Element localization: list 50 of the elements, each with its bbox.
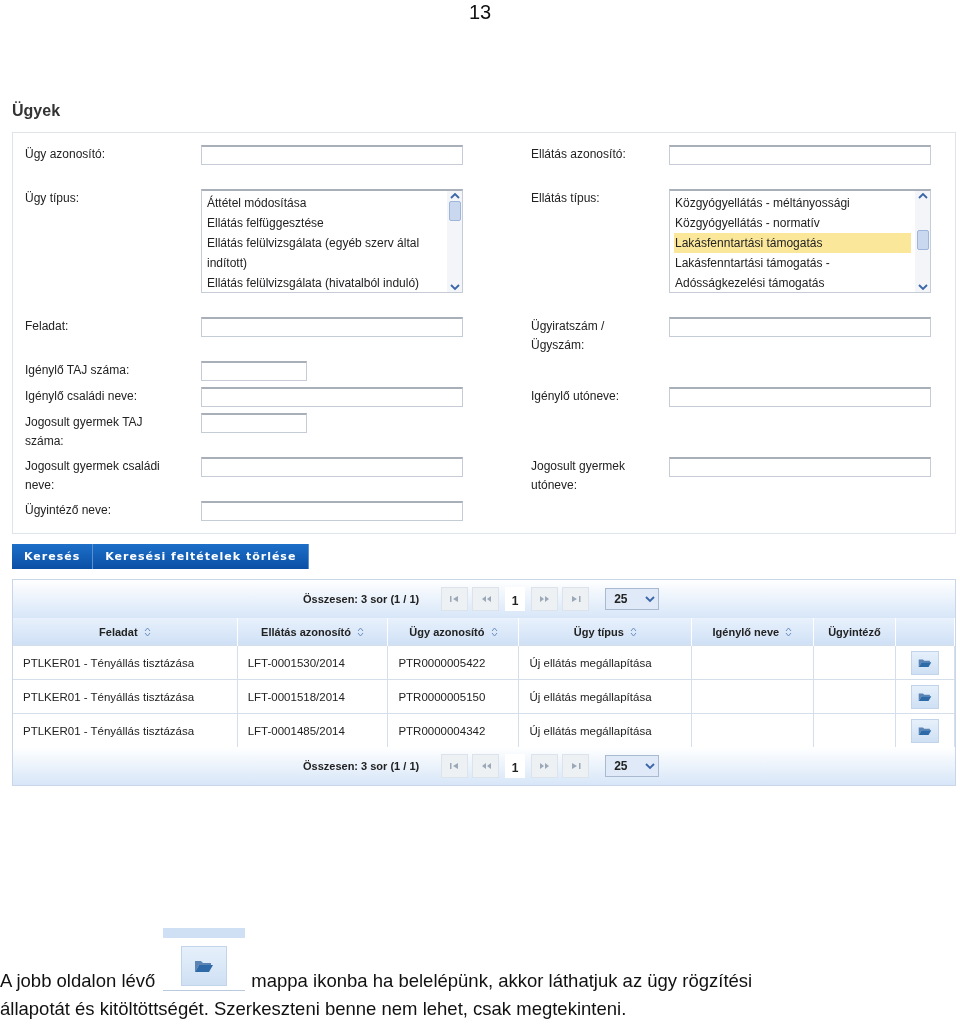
field-label: Ügyintéző neve: xyxy=(24,502,113,519)
table-cell: Új ellátás megállapítása xyxy=(518,645,692,680)
column-header[interactable]: Ügy típus xyxy=(518,618,692,646)
table-cell: PTLKER01 - Tényállás tisztázása xyxy=(13,679,238,714)
field-label: Ellátás azonosító: xyxy=(530,146,627,163)
list-item[interactable]: Ellátás felülvizsgálata (hivatalból induló) xyxy=(206,273,443,292)
caption-text: mappa ikonba ha belelépünk, akkor láthatjuk az ügy rögzítési xyxy=(251,969,753,993)
caption-text: A jobb oldalon lévő xyxy=(0,969,156,993)
page-number[interactable]: 1 xyxy=(505,587,526,611)
field-label: Jogosult gyermek utóneve: xyxy=(530,458,627,494)
field-label: Igénylő családi neve: xyxy=(24,388,139,405)
search-button[interactable]: Keresés xyxy=(12,544,94,569)
field-label: Ellátás típus: xyxy=(530,190,601,207)
column-header[interactable]: Ügy azonosító xyxy=(387,618,519,646)
column-header[interactable]: Ellátás azonosító xyxy=(237,618,388,646)
list-box[interactable]: Közgyógyellátás - méltányossági Közgyógyellátás - normatív Lakásfenntartási támogatás Lakásfenntartási támogatás - Adósságkezelési támogatás xyxy=(669,189,931,293)
field-label: Ügy azonosító: xyxy=(24,146,107,163)
list-item[interactable]: Lakásfenntartási támogatás xyxy=(674,233,911,253)
list-box[interactable]: Áttétel módosítása Ellátás felfüggesztése Ellátás felülvizsgálata (egyéb szerv által indított) Ellátás felülvizsgálata (hivatalból induló) xyxy=(201,189,463,293)
field-label: Jogosult gyermek TAJ száma: xyxy=(24,414,144,450)
table-cell: PTR0000005150 xyxy=(387,679,519,714)
field-label: Igénylő utóneve: xyxy=(530,388,621,405)
field-label: Feladat: xyxy=(24,318,70,335)
column-header[interactable]: Feladat xyxy=(13,618,238,646)
caption-text: állapotát és kitöltöttségét. Szerkeszteni benne nem lehet, csak megtekinteni. xyxy=(0,997,628,1021)
page-size-select[interactable]: 25 xyxy=(605,755,660,777)
row-count: Összesen: 3 sor (1 / 1) xyxy=(303,593,420,605)
list-item[interactable]: Ellátás felülvizsgálata (egyéb szerv által indított) xyxy=(206,233,443,273)
page-number[interactable]: 1 xyxy=(505,754,526,778)
list-item[interactable]: Közgyógyellátás - méltányossági xyxy=(674,193,911,213)
table-cell: PTR0000005422 xyxy=(387,645,519,680)
table-cell: Új ellátás megállapítása xyxy=(518,679,692,714)
page-number-text: 13 xyxy=(468,0,492,24)
page-size-select[interactable]: 25 xyxy=(605,588,660,610)
table-cell: LFT-0001518/2014 xyxy=(237,679,388,714)
clear-button[interactable]: Keresési feltételek törlése xyxy=(93,544,310,569)
field-label: Igénylő TAJ száma: xyxy=(24,362,131,379)
field-label: Jogosult gyermek családi neve: xyxy=(24,458,161,494)
list-item[interactable]: Közgyógyellátás - normatív xyxy=(674,213,911,233)
column-header[interactable]: Igénylő neve xyxy=(691,618,813,646)
section-title: Ügyek xyxy=(12,102,61,120)
list-item[interactable]: Áttétel módosítása xyxy=(206,193,443,213)
field-label: Ügyiratszám / Ügyszám: xyxy=(530,318,606,354)
column-header[interactable]: Ügyintéző xyxy=(813,618,896,646)
field-label: Ügy típus: xyxy=(24,190,81,207)
list-item[interactable]: Ellátás felfüggesztése xyxy=(206,213,443,233)
table-cell: LFT-0001530/2014 xyxy=(237,645,388,680)
list-item[interactable]: Lakásfenntartási támogatás - Adósságkezelési támogatás xyxy=(674,253,911,292)
table-cell: PTLKER01 - Tényállás tisztázása xyxy=(13,645,238,680)
row-count: Összesen: 3 sor (1 / 1) xyxy=(303,760,420,772)
